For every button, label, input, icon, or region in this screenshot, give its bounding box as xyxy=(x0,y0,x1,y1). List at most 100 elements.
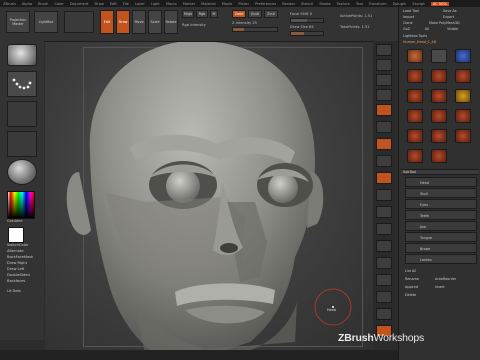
left-menu-item-4[interactable]: DoubleSided xyxy=(7,273,30,277)
subtool-header[interactable]: SubTool xyxy=(401,169,479,175)
menu-texture[interactable]: Texture xyxy=(337,2,350,6)
subtool-item[interactable]: Jaw xyxy=(405,221,477,231)
left-menu-item-6[interactable]: Lit Dots xyxy=(7,289,21,293)
z-intensity-slider[interactable] xyxy=(232,27,278,32)
rotate-button[interactable]: Rotate xyxy=(164,10,178,34)
move-button[interactable]: Move xyxy=(132,10,146,34)
zoom-button[interactable] xyxy=(376,89,392,101)
tool-thumb-13[interactable] xyxy=(407,129,423,143)
m-button[interactable]: M xyxy=(210,10,218,18)
left-menu-item-5[interactable]: Backfaces xyxy=(7,279,25,283)
stroke-thumbnail[interactable] xyxy=(7,71,37,97)
zsub-button[interactable]: Zsub xyxy=(248,10,262,18)
save-as-button[interactable]: Save As xyxy=(443,9,457,13)
zadd-button[interactable]: Zadd xyxy=(232,10,246,18)
menu-stroke[interactable]: Stroke xyxy=(319,2,330,6)
tool-thumb-16[interactable] xyxy=(407,149,423,163)
texture-thumbnail[interactable] xyxy=(7,131,37,157)
left-menu-item-3[interactable]: Draw Left xyxy=(7,267,24,271)
rgb-button[interactable]: Rgb xyxy=(196,10,208,18)
move-view-button[interactable] xyxy=(376,240,392,252)
subtool-item[interactable]: Brows xyxy=(405,243,477,253)
menu-edit[interactable]: Edit xyxy=(110,2,117,6)
main-color-swatch[interactable] xyxy=(8,227,24,243)
subtool-item[interactable]: Skull xyxy=(405,188,477,198)
alpha-thumbnail[interactable] xyxy=(7,101,37,127)
menu-stencil[interactable]: Stencil xyxy=(301,2,313,6)
left-menu-item-1[interactable]: BackFaceMask xyxy=(7,255,33,259)
transp-button[interactable] xyxy=(376,308,392,320)
menu-macro[interactable]: Macro xyxy=(166,2,177,6)
tool-thumb-8[interactable] xyxy=(431,89,447,103)
local-button[interactable] xyxy=(376,172,392,184)
lightbox-button[interactable]: LightBox xyxy=(34,11,58,33)
clone-button[interactable]: Clone xyxy=(403,21,413,25)
tool-thumb-10[interactable] xyxy=(407,109,423,123)
color-picker[interactable] xyxy=(7,191,35,219)
tool-thumb-14[interactable] xyxy=(431,129,447,143)
tool-thumb-5[interactable] xyxy=(431,69,447,83)
zcut-button[interactable]: Zcut xyxy=(264,10,278,18)
aahalf-button[interactable] xyxy=(376,121,392,133)
draw-button[interactable]: Draw xyxy=(116,10,130,34)
canvas-viewport[interactable]: Head xyxy=(45,42,373,357)
load-tool-button[interactable]: Load Tool xyxy=(403,9,419,13)
tool-thumb-15[interactable] xyxy=(455,129,471,143)
tool-thumb-1[interactable] xyxy=(407,49,423,63)
append-button[interactable]: Append xyxy=(405,285,418,289)
all-button[interactable]: All xyxy=(425,27,429,31)
menu-light[interactable]: Light xyxy=(151,2,160,6)
focal-shift-slider[interactable] xyxy=(290,18,324,23)
lightbox-tools-button[interactable]: Lightbox Tools xyxy=(403,34,427,38)
polyf-button[interactable] xyxy=(376,291,392,303)
persp-button[interactable] xyxy=(376,138,392,150)
menu-highlight[interactable]: AC 50% xyxy=(430,1,449,6)
import-button[interactable]: Import xyxy=(403,15,414,19)
subtool-item[interactable]: Lashes xyxy=(405,254,477,264)
tool-thumb-6[interactable] xyxy=(455,69,471,83)
list-all-button[interactable]: List All xyxy=(405,269,416,273)
tool-thumb-17[interactable] xyxy=(431,149,447,163)
frame-button[interactable] xyxy=(376,223,392,235)
menu-render[interactable]: Render xyxy=(282,2,295,6)
actual-button[interactable] xyxy=(376,104,392,116)
menu-material[interactable]: Material xyxy=(201,2,216,6)
left-menu-item-0[interactable]: Alternate xyxy=(7,249,24,253)
material-thumbnail[interactable] xyxy=(7,159,37,185)
tool-thumb-3[interactable] xyxy=(455,49,471,63)
tool-thumb-9[interactable] xyxy=(455,89,471,103)
menu-marker[interactable]: Marker xyxy=(183,2,195,6)
tool-thumb-12[interactable] xyxy=(455,109,471,123)
edit-button[interactable]: Edit xyxy=(100,10,114,34)
rotate-view-button[interactable] xyxy=(376,274,392,286)
menu-draw[interactable]: Draw xyxy=(94,2,103,6)
tool-thumb-2[interactable] xyxy=(431,49,447,63)
subtool-item[interactable]: Teeth xyxy=(405,210,477,220)
menu-color[interactable]: Color xyxy=(54,2,63,6)
draw-size-slider[interactable] xyxy=(290,31,324,36)
subtool-item[interactable]: Eyes xyxy=(405,199,477,209)
menu-picker[interactable]: Picker xyxy=(238,2,249,6)
menu-transform[interactable]: Transform xyxy=(369,2,387,6)
mrgb-button[interactable]: Mrgb xyxy=(182,10,194,18)
export-button[interactable]: Export xyxy=(443,15,454,19)
projection-master-button[interactable]: Projection Master xyxy=(6,11,30,33)
menu-brush[interactable]: Brush xyxy=(38,2,48,6)
menu-tool[interactable]: Tool xyxy=(356,2,363,6)
bpr-button[interactable] xyxy=(376,44,392,56)
menu-layer[interactable]: Layer xyxy=(135,2,145,6)
menu-movie[interactable]: Movie xyxy=(222,2,233,6)
quick-sketch-button[interactable] xyxy=(64,11,94,33)
tool-thumb-4[interactable] xyxy=(407,69,423,83)
scale-button[interactable]: Scale xyxy=(148,10,162,34)
goz-button[interactable]: GoZ xyxy=(403,27,410,31)
make-polymesh-button[interactable]: Make PolyMesh3D xyxy=(429,21,460,25)
spix-button[interactable] xyxy=(376,59,392,71)
delete-button[interactable]: Delete xyxy=(405,293,416,297)
menu-file[interactable]: File xyxy=(123,2,129,6)
left-menu-item-2[interactable]: Draw Right xyxy=(7,261,27,265)
rename-button[interactable]: Rename xyxy=(405,277,419,281)
subtool-item[interactable]: Head xyxy=(405,177,477,187)
menu-preferences[interactable]: Preferences xyxy=(255,2,276,6)
lsym-button[interactable] xyxy=(376,189,392,201)
